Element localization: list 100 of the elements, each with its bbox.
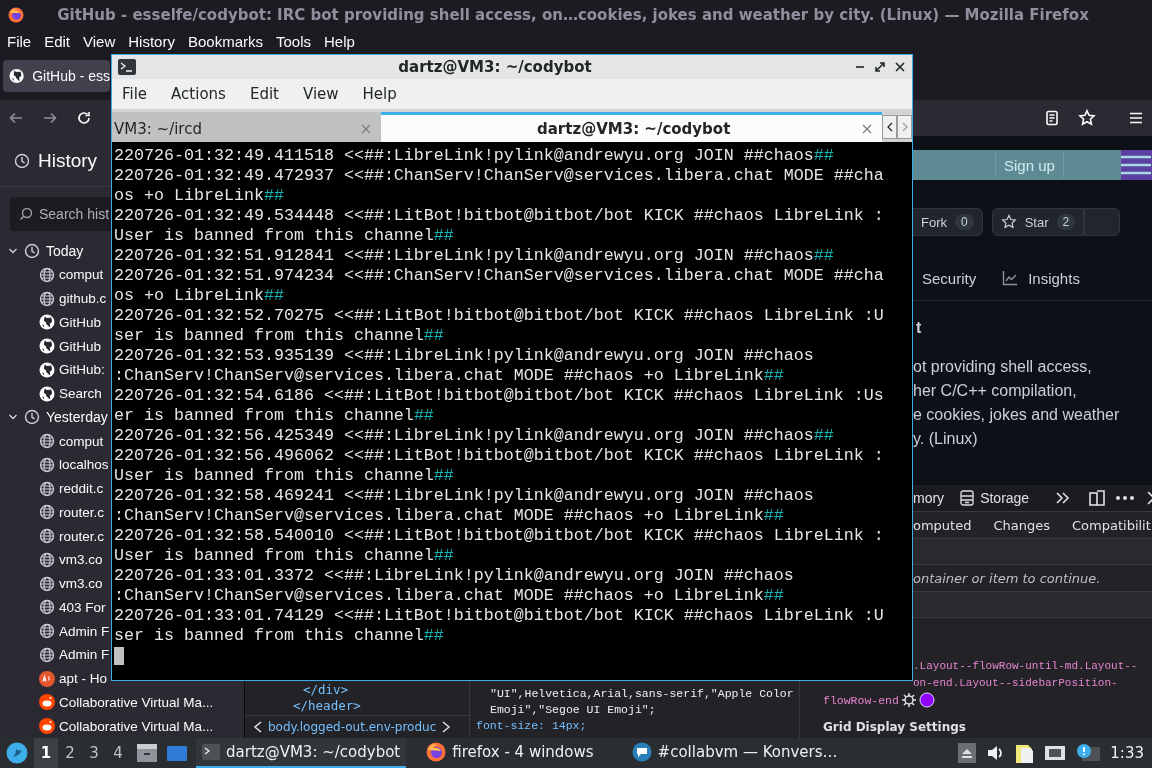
browser-tab[interactable]: GitHub - ess: [3, 60, 110, 92]
menu-item[interactable]: Actions: [171, 85, 226, 103]
taskbar-task[interactable]: firefox - 4 windows: [420, 738, 600, 768]
network-icon[interactable]: [1044, 744, 1067, 762]
visited-page[interactable]: GitHub: [39, 334, 102, 358]
terminal-line: er is banned from this channel##: [114, 406, 434, 426]
workspace-button[interactable]: 4: [106, 738, 130, 768]
swatch-icon[interactable]: [918, 692, 935, 708]
reload-icon[interactable]: [76, 110, 92, 126]
star-button[interactable]: Star 2: [991, 208, 1085, 236]
visited-page[interactable]: Search: [39, 381, 102, 406]
terminal-line: User is banned from this channel##: [114, 466, 454, 486]
visited-page[interactable]: 403 For: [39, 595, 106, 620]
visited-page[interactable]: comput: [39, 262, 104, 287]
terminal-line: os +o LibreLink##: [114, 286, 284, 306]
menu-item[interactable]: Help: [362, 85, 397, 103]
menu-item[interactable]: File: [122, 85, 148, 103]
window-icon[interactable]: [166, 743, 188, 763]
breadcrumb[interactable]: body.logged-out.env-produc: [268, 720, 437, 734]
workspace-button[interactable]: 2: [58, 738, 82, 768]
more-tabs-icon[interactable]: [1055, 491, 1072, 505]
visited-page[interactable]: apt - Ho: [39, 666, 108, 691]
visited-page[interactable]: vm3.co: [39, 571, 103, 596]
volume-icon[interactable]: [986, 744, 1005, 762]
terminal-line: 220726-01:32:56.425349 <<##:LibreLink!pylink@andrewyu.org JOIN ##chaos##: [114, 426, 834, 446]
responsive-mode-icon[interactable]: [1089, 489, 1106, 507]
menu-button[interactable]: [1121, 150, 1152, 180]
app-launcher-icon[interactable]: [6, 742, 28, 764]
visited-page[interactable]: Collaborative Virtual Ma...: [39, 714, 214, 738]
github-icon: [9, 68, 25, 84]
workspace-button[interactable]: 1: [34, 738, 58, 768]
menu-item[interactable]: Bookmarks: [187, 32, 269, 50]
scroll-left-icon[interactable]: [253, 721, 263, 733]
menu-item[interactable]: Tools: [276, 32, 317, 50]
menu-item[interactable]: Help: [324, 32, 361, 50]
css-rule-line: font-size: 14px;: [476, 718, 587, 734]
back-icon[interactable]: [8, 110, 24, 126]
globe-icon: [39, 290, 55, 307]
search-field[interactable]: Search hist: [10, 197, 111, 232]
visited-page[interactable]: reddit.c: [39, 476, 104, 501]
taskbar-task[interactable]: dartz@VM3: ~/codybot: [196, 738, 407, 768]
reader-view-icon[interactable]: [1044, 110, 1060, 126]
menu-item[interactable]: File: [7, 32, 38, 50]
date-group[interactable]: Yesterday: [8, 405, 108, 430]
taskbar-task[interactable]: #collabvm — Konvers…: [625, 738, 844, 768]
visited-page[interactable]: comput: [39, 429, 104, 453]
eject-icon[interactable]: [958, 743, 977, 763]
visited-page[interactable]: router.c: [39, 500, 105, 525]
devtools-tab[interactable]: mory: [913, 490, 945, 506]
menu-item[interactable]: View: [302, 85, 339, 103]
date-group[interactable]: Today: [8, 239, 84, 263]
history-clock-icon: [14, 153, 30, 170]
visited-page[interactable]: GitHub:: [39, 357, 105, 382]
fork-button[interactable]: Fork 0: [913, 208, 983, 236]
repo-tab[interactable]: Insights: [1002, 269, 1080, 287]
close-tab-icon[interactable]: [862, 123, 872, 134]
visited-page[interactable]: localhos: [39, 452, 109, 477]
visited-page[interactable]: GitHub: [39, 310, 102, 335]
sidebar-tab[interactable]: Changes: [993, 517, 1050, 533]
terminal-tab[interactable]: dartz@VM3: ~/codybot: [381, 112, 882, 142]
visited-page[interactable]: vm3.co: [39, 547, 103, 572]
terminal-tab[interactable]: VM3: ~/ircd: [112, 112, 381, 142]
terminal-line: :ChanServ!ChanServ@services.libera.chat MODE ##chaos +o LibreLink##: [114, 366, 784, 386]
clock-icon: [24, 409, 40, 426]
repo-tab[interactable]: Security: [922, 269, 977, 287]
clock[interactable]: 1:33: [1110, 744, 1144, 762]
visited-page[interactable]: github.c: [39, 286, 107, 311]
file-cabinet-icon[interactable]: [136, 743, 158, 763]
menu-item[interactable]: Edit: [44, 32, 77, 50]
terminal-line: 220726-01:32:49.411518 <<##:LibreLink!pylink@andrewyu.org JOIN ##chaos##: [114, 146, 834, 166]
maximize-icon[interactable]: [874, 61, 886, 73]
repo-description: ot providing shell access, her C/C++ compilation, e cookies, jokes and weather y. (Linux): [913, 357, 1121, 449]
visited-page[interactable]: Collaborative Virtual Ma...: [39, 690, 214, 715]
visited-page[interactable]: Admin F: [39, 619, 110, 643]
close-icon[interactable]: [894, 61, 906, 73]
devtools-tab[interactable]: Storage: [960, 490, 1030, 506]
sidebar-tab[interactable]: omputed: [913, 517, 972, 533]
terminal-icon: [118, 59, 136, 75]
globe-icon: [39, 528, 55, 544]
menu-icon: [1121, 155, 1152, 175]
terminal-icon: [202, 744, 220, 760]
markup-line: </div>: [302, 682, 350, 698]
notification-icon[interactable]: [1076, 743, 1101, 763]
menu-item[interactable]: History: [128, 32, 181, 50]
menu-icon[interactable]: [1128, 110, 1144, 126]
sidebar-tab[interactable]: Compatibilit: [1072, 517, 1151, 533]
visited-page[interactable]: Admin F: [39, 642, 110, 667]
gear-icon[interactable]: [901, 693, 916, 707]
selector-line: on-end.Layout--sidebarPosition-: [913, 676, 1118, 691]
bookmark-star-icon[interactable]: [1078, 109, 1096, 127]
forward-icon[interactable]: [42, 110, 58, 126]
workspace-button[interactable]: 3: [82, 738, 106, 768]
menu-item[interactable]: Edit: [249, 85, 279, 103]
notes-icon[interactable]: [1014, 742, 1035, 764]
scroll-tabs-left-button[interactable]: [882, 115, 897, 139]
scroll-right-icon[interactable]: [441, 721, 452, 733]
visited-page[interactable]: router.c: [39, 524, 105, 548]
more-icon[interactable]: [1115, 495, 1136, 501]
terminal-line: ser is banned from this channel##: [114, 326, 444, 346]
menu-item[interactable]: View: [83, 32, 122, 50]
